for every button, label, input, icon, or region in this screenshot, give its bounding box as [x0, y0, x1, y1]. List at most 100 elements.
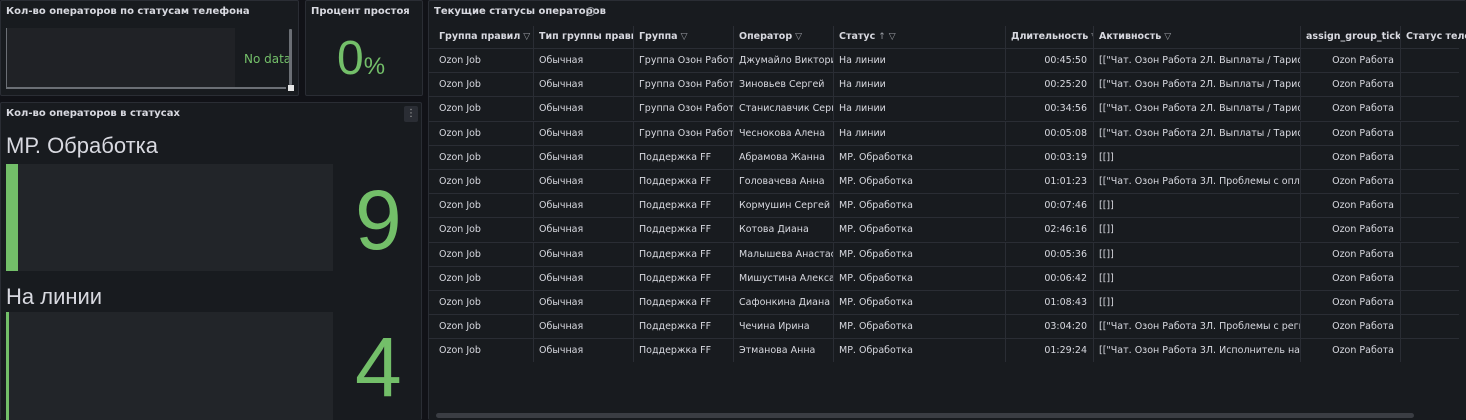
column-header-label: Оператор — [739, 31, 793, 42]
table-row[interactable]: Ozon Job Обычная Группа Озон Работа Станисл… — [429, 96, 1459, 121]
column-header[interactable]: Статус телефона — [1401, 26, 1466, 48]
filter-icon[interactable]: ▽ — [681, 26, 688, 48]
table-row[interactable]: Ozon Job Обычная Группа Озон Работа Чесноко… — [429, 120, 1459, 145]
table-cell: [["Чат. Озон Работа 3Л. Проблемы с регис… — [1094, 315, 1301, 339]
panel-title: Текущие статусы операторов — [434, 6, 606, 17]
table-cell: 00:45:50 — [1006, 49, 1094, 72]
table-cell — [1401, 267, 1466, 290]
table-cell: Ozon Работа — [1301, 49, 1401, 72]
table-cell — [1401, 194, 1466, 217]
table-cell: Поддержка FF — [634, 291, 734, 314]
filter-icon[interactable]: ▽ — [795, 26, 802, 48]
column-header[interactable]: Тип группы правил▽ — [534, 26, 634, 48]
table-cell: Сафонкина Диана — [734, 291, 834, 314]
table-cell: [[]] — [1094, 194, 1301, 218]
stat-bar — [6, 164, 333, 271]
table-row[interactable]: Ozon Job Обычная Поддержка FF Этманова Анна… — [429, 338, 1459, 363]
table-cell: На линии — [834, 121, 1006, 145]
table-row[interactable]: Ozon Job Обычная Поддержка FF Кормушин Серг… — [429, 193, 1459, 218]
table-cell: 01:29:24 — [1006, 339, 1094, 363]
table-row[interactable]: Ozon Job Обычная Поддержка FF Малышева Анас… — [429, 241, 1459, 266]
table-row[interactable]: Ozon Job Обычная Поддержка FF Чечина Ирина М… — [429, 314, 1459, 339]
table-cell: Обычная — [534, 242, 634, 266]
table-cell: [["Чат. Озон Работа 2Л. Выплаты / Тарифы… — [1094, 121, 1301, 145]
table-row[interactable]: Ozon Job Обычная Поддержка FF Головачева Ан… — [429, 169, 1459, 193]
table-cell: Ozon Работа — [1301, 121, 1401, 145]
table-cell — [1401, 315, 1466, 338]
table-cell: Обычная — [534, 121, 634, 145]
column-header[interactable]: assign_group_ticket▽ — [1301, 26, 1401, 48]
table-cell: Ozon Работа — [1301, 339, 1401, 363]
table-cell: МР. Обработка — [834, 218, 1006, 242]
table-cell: МР. Обработка — [834, 170, 1006, 193]
sort-ascending-icon[interactable]: ↑ — [878, 26, 886, 48]
table-cell: [[]] — [1094, 291, 1301, 314]
table-cell: Обычная — [534, 266, 634, 290]
table-cell: МР. Обработка — [834, 315, 1006, 339]
table-cell — [1401, 339, 1466, 362]
phone-status-panel: Кол-во операторов по статусам телефона N… — [0, 0, 299, 96]
table-cell: Ozon Job — [434, 170, 534, 193]
resize-handle[interactable] — [288, 85, 294, 91]
table-row[interactable]: Ozon Job Обычная Группа Озон Работа Джумайл… — [429, 48, 1459, 72]
table-cell: Головачева Анна — [734, 170, 834, 193]
table-row[interactable]: Ozon Job Обычная Поддержка FF Абрамова Жанн… — [429, 144, 1459, 169]
table-cell: МР. Обработка — [834, 291, 1006, 314]
table-cell: [["Чат. Озон Работа 2Л. Выплаты / Тарифы… — [1094, 73, 1301, 97]
table-cell: Поддержка FF — [634, 315, 734, 339]
table-row[interactable]: Ozon Job Обычная Группа Озон Работа Зиновье… — [429, 72, 1459, 97]
info-icon[interactable]: i — [586, 7, 595, 16]
table-cell: Поддержка FF — [634, 218, 734, 242]
stat-value: 4 — [355, 320, 402, 414]
table-cell: Ozon Job — [434, 97, 534, 121]
table-cell: Чеснокова Алена — [734, 121, 834, 145]
table-cell: Группа Озон Работа — [634, 121, 734, 145]
table-cell: 00:05:08 — [1006, 121, 1094, 145]
column-header[interactable]: Статус ↑ ▽ — [834, 26, 1006, 48]
filter-icon[interactable]: ▽ — [523, 26, 530, 48]
column-header[interactable]: Группа правил ▽ — [434, 26, 534, 48]
column-header[interactable]: Группа ▽ — [634, 26, 734, 48]
panel-title: Процент простоя — [311, 6, 410, 17]
column-header[interactable]: Длительность▽ — [1006, 26, 1094, 48]
vertical-scrollbar[interactable] — [289, 29, 292, 85]
table-cell: Станиславчик Сергей — [734, 97, 834, 121]
table-cell: Группа Озон Работа — [634, 97, 734, 121]
table-cell: Абрамова Жанна — [734, 145, 834, 169]
table-cell: 01:01:23 — [1006, 170, 1094, 193]
idle-percent-panel: Процент простоя 0% — [305, 0, 423, 96]
idle-value: 0 — [337, 32, 364, 85]
horizontal-scrollbar[interactable] — [6, 87, 286, 89]
table-cell: 00:25:20 — [1006, 73, 1094, 97]
table-cell: Ozon Job — [434, 315, 534, 339]
table-cell: Ozon Job — [434, 121, 534, 145]
filter-icon[interactable]: ▽ — [889, 26, 896, 48]
table-cell: 00:03:19 — [1006, 145, 1094, 169]
table-cell: МР. Обработка — [834, 194, 1006, 218]
column-header-label: Группа — [639, 31, 678, 42]
table-cell: Ozon Работа — [1301, 145, 1401, 169]
table-row[interactable]: Ozon Job Обычная Поддержка FF Мишустина Але… — [429, 265, 1459, 290]
table-cell: Обычная — [534, 194, 634, 218]
table-cell — [1401, 97, 1466, 120]
table-cell — [1401, 218, 1466, 241]
column-header-label: Тип группы правил — [539, 31, 634, 42]
horizontal-scrollbar[interactable] — [436, 413, 1414, 418]
table-cell: МР. Обработка — [834, 339, 1006, 363]
column-header[interactable]: Активность ▽ — [1094, 26, 1301, 48]
table-cell: [[]] — [1094, 266, 1301, 290]
table-cell: Ozon Работа — [1301, 170, 1401, 193]
column-header[interactable]: Оператор ▽ — [734, 26, 834, 48]
panel-menu-icon[interactable]: ⋮ — [404, 106, 418, 122]
table-row[interactable]: Ozon Job Обычная Поддержка FF Сафонкина Диа… — [429, 290, 1459, 314]
table-cell: Группа Озон Работа — [634, 73, 734, 97]
table-cell: Обычная — [534, 97, 634, 121]
filter-icon[interactable]: ▽ — [1164, 26, 1171, 48]
no-data-label: No data — [244, 52, 292, 66]
table-row[interactable]: Ozon Job Обычная Поддержка FF Котова Диана М… — [429, 217, 1459, 242]
table-cell: Мишустина Александра — [734, 266, 834, 290]
stat-bar-fill — [6, 164, 18, 271]
table-cell: 02:46:16 — [1006, 218, 1094, 242]
table-cell: Ozon Job — [434, 194, 534, 218]
table-cell: Ozon Job — [434, 49, 534, 72]
